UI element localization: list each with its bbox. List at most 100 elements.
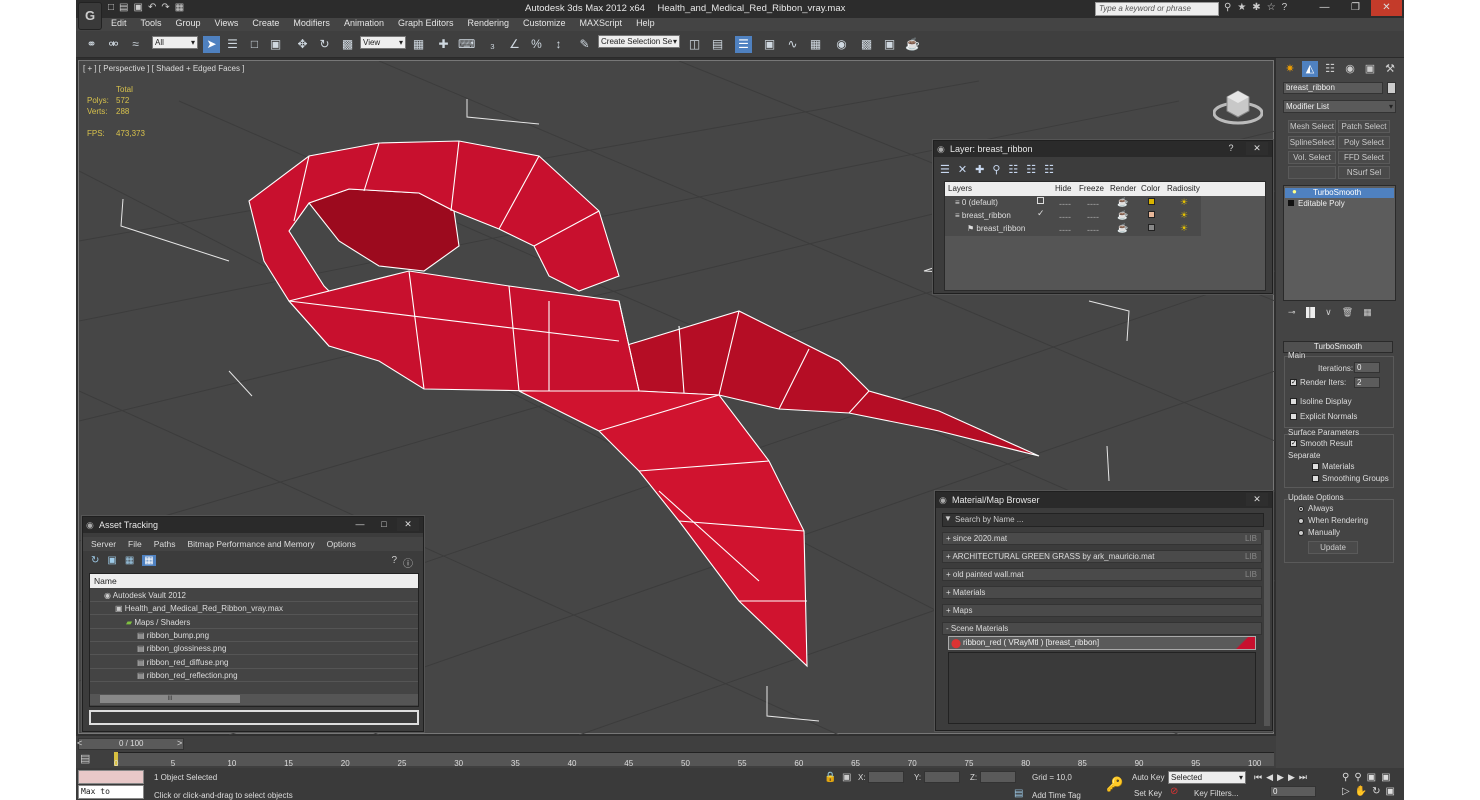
named-selection-set-dropdown[interactable]: Create Selection Se [598, 35, 680, 48]
current-frame-field[interactable]: 0 [1270, 786, 1316, 797]
configure-modifier-sets-icon[interactable]: ▦ [1363, 307, 1372, 318]
menu-rendering[interactable]: Rendering [468, 18, 510, 30]
snap-toggle-icon[interactable]: ₃ [484, 36, 501, 53]
z-coordinate-field[interactable] [980, 771, 1016, 783]
layer-manager-icon[interactable]: ☰ [735, 36, 752, 53]
stack-item-turbosmooth[interactable]: TurboSmooth [1285, 188, 1394, 198]
communication-icon[interactable]: ✱ [1252, 2, 1260, 13]
help-icon[interactable]: ? [1282, 2, 1288, 13]
spinner-snap-icon[interactable]: ↕ [550, 36, 567, 53]
key-set-dropdown[interactable]: Selected [1168, 771, 1246, 784]
play-icon[interactable]: ▶ [1277, 772, 1284, 783]
edit-named-selection-icon[interactable]: ✎ [576, 36, 593, 53]
ffd-select-button[interactable]: FFD Select [1338, 151, 1390, 164]
hide-toggle[interactable]: ---- [1059, 212, 1071, 222]
new-icon[interactable]: □ [108, 2, 114, 16]
key-filters-button[interactable]: Key Filters... [1194, 789, 1238, 798]
material-scrollbar[interactable] [1264, 530, 1270, 726]
file-icon[interactable]: ▣ [107, 555, 116, 566]
time-slider[interactable]: 0 / 100 < > [77, 738, 184, 750]
object-color-swatch[interactable] [1387, 82, 1396, 94]
hide-toggle[interactable]: ---- [1059, 225, 1071, 235]
freeze-all-icon[interactable]: ☷ [1044, 163, 1054, 176]
remove-modifier-icon[interactable]: 🗑 [1342, 307, 1353, 318]
mesh-select-button[interactable]: Mesh Select [1288, 120, 1336, 133]
asset-item[interactable]: ▰ Maps / Shaders [90, 617, 418, 629]
set-key-mode-icon[interactable]: 🔑 [1106, 776, 1123, 793]
maxscript-listener[interactable] [78, 770, 144, 784]
nsurf-sel-button[interactable]: NSurf Sel [1338, 166, 1390, 179]
orbit-icon[interactable]: ↻ [1372, 786, 1380, 797]
time-tag-icon[interactable]: ▤ [1014, 788, 1023, 799]
link-icon[interactable]: ⚭ [83, 36, 100, 53]
select-by-name-icon[interactable]: ☰ [224, 36, 241, 53]
radiosity-icon[interactable]: ☀ [1180, 210, 1188, 221]
layer-row[interactable]: ⚑ breast_ribbon [967, 224, 1025, 236]
asset-item[interactable]: ◉ Autodesk Vault 2012 [90, 590, 418, 602]
asset-path-field[interactable] [89, 710, 419, 725]
menu-help[interactable]: Help [636, 18, 655, 30]
zoom-extents-icon[interactable]: ▣ [1367, 772, 1376, 783]
layer-color-swatch[interactable] [1148, 198, 1155, 205]
percent-snap-icon[interactable]: % [528, 36, 545, 53]
smoothing-groups-checkbox[interactable] [1312, 475, 1319, 482]
motion-tab-icon[interactable]: ◉ [1342, 61, 1358, 77]
delete-layer-icon[interactable]: ✕ [958, 163, 967, 176]
open-icon[interactable]: ▤ [119, 2, 128, 16]
asset-menu-paths[interactable]: Paths [154, 537, 176, 551]
menu-animation[interactable]: Animation [344, 18, 384, 30]
material-editor-icon[interactable]: ◉ [833, 36, 850, 53]
window-crossing-icon[interactable]: ▣ [267, 36, 284, 53]
material-library-row[interactable]: + since 2020.mat LIB [942, 532, 1262, 545]
prev-frame-icon[interactable]: < [77, 738, 82, 748]
smooth-result-checkbox[interactable]: ✓ [1290, 440, 1297, 447]
render-iters-spinner[interactable]: 2 [1354, 377, 1380, 388]
y-coordinate-field[interactable] [924, 771, 960, 783]
asset-minimize-button[interactable]: — [349, 518, 371, 531]
field-of-view-icon[interactable]: ▷ [1342, 786, 1350, 797]
layer-row[interactable]: ≡ 0 (default) [955, 198, 998, 210]
asset-horizontal-scrollbar[interactable]: III [90, 694, 418, 705]
highlight-layer-icon[interactable]: ☷ [1008, 163, 1018, 176]
mini-curve-editor-icon[interactable]: ▤ [80, 752, 96, 766]
asset-menu-bitmap[interactable]: Bitmap Performance and Memory [188, 537, 315, 551]
material-library-row[interactable]: + old painted wall.mat LIB [942, 568, 1262, 581]
hierarchy-tab-icon[interactable]: ☷ [1322, 61, 1338, 77]
thumbnail-icon[interactable]: ▦ [125, 555, 134, 566]
utilities-tab-icon[interactable]: ⚒ [1382, 61, 1398, 77]
selection-lock-icon[interactable]: 🔒 [824, 772, 836, 783]
iterations-spinner[interactable]: 0 [1354, 362, 1380, 373]
layer-color-swatch[interactable] [1148, 224, 1155, 231]
render-setup-icon[interactable]: ▩ [858, 36, 875, 53]
move-icon[interactable]: ✥ [294, 36, 311, 53]
redo-icon[interactable]: ↷ [161, 2, 169, 16]
asset-item[interactable]: ▤ ribbon_red_reflection.png [90, 670, 418, 682]
freeze-toggle[interactable]: ---- [1087, 199, 1099, 209]
menu-create[interactable]: Create [252, 18, 279, 30]
material-library-row[interactable]: + Maps [942, 604, 1262, 617]
isoline-checkbox[interactable] [1290, 398, 1297, 405]
asset-column-header[interactable]: Name [90, 574, 418, 588]
add-time-tag[interactable]: Add Time Tag [1032, 791, 1081, 800]
layer-color-swatch[interactable] [1148, 211, 1155, 218]
object-name-field[interactable]: breast_ribbon [1283, 82, 1383, 94]
material-library-row[interactable]: + ARCHITECTURAL GREEN GRASS by ark_mauri… [942, 550, 1262, 563]
scale-icon[interactable]: ▩ [339, 36, 356, 53]
render-iters-checkbox[interactable]: ✓ [1290, 379, 1297, 386]
col-radiosity[interactable]: Radiosity [1167, 184, 1200, 193]
hide-toggle[interactable]: ---- [1059, 199, 1071, 209]
freeze-toggle[interactable]: ---- [1087, 225, 1099, 235]
modifier-list-dropdown[interactable]: Modifier List [1283, 100, 1396, 113]
menu-graph-editors[interactable]: Graph Editors [398, 18, 454, 30]
update-button[interactable]: Update [1308, 541, 1358, 554]
minimize-button[interactable]: — [1309, 0, 1340, 16]
col-hide[interactable]: Hide [1055, 184, 1071, 193]
radiosity-icon[interactable]: ☀ [1180, 197, 1188, 208]
explicit-normals-checkbox[interactable] [1290, 413, 1297, 420]
menu-tools[interactable]: Tools [141, 18, 162, 30]
go-to-start-icon[interactable]: ⏮ [1254, 772, 1262, 783]
help-icon[interactable]: ? [391, 555, 397, 570]
curve-editor-icon[interactable]: ∿ [784, 36, 801, 53]
asset-item[interactable]: ▤ ribbon_red_diffuse.png [90, 657, 418, 669]
when-rendering-radio[interactable] [1298, 518, 1304, 524]
